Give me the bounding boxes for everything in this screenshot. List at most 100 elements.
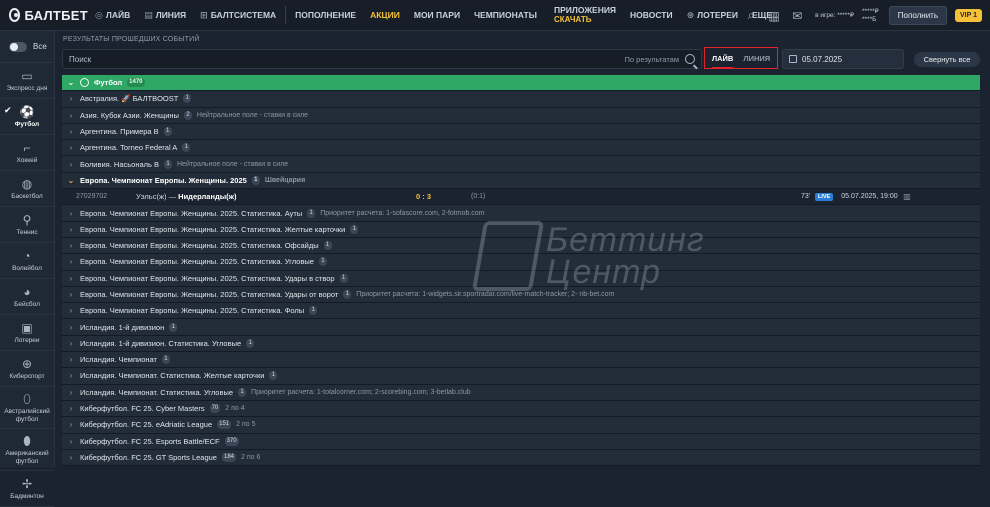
count-badge: 370: [224, 436, 239, 446]
balance-in-game: в игре: *****₽: [815, 12, 854, 20]
nav-promotions[interactable]: АКЦИИ: [363, 0, 407, 31]
nav-championships[interactable]: ЧЕМПИОНАТЫ: [467, 0, 544, 31]
search-icon[interactable]: [685, 54, 695, 64]
list-item[interactable]: › Исландия. 1-й дивизион 1: [62, 319, 980, 336]
list-item[interactable]: › Европа. Чемпионат Европы. Женщины. 2025…: [62, 237, 980, 255]
sidebar-item-express[interactable]: ▭ Экспресс дня: [0, 63, 54, 99]
logo-icon: [9, 8, 21, 22]
league-name: Австралия. 🚀 БАЛТBOOST: [80, 94, 179, 104]
football-icon: [80, 78, 89, 88]
list-item[interactable]: › Исландия. 1-й дивизион. Статистика. Угл…: [62, 335, 980, 353]
league-name: Европа. Чемпионат Европы. Женщины. 2025.…: [80, 290, 339, 299]
mail-icon[interactable]: ✉: [787, 6, 807, 26]
count-badge: 184: [221, 452, 236, 462]
list-item[interactable]: › Киберфутбол. FC 25. Esports Battle/ECF 3…: [62, 433, 980, 450]
mode-line[interactable]: ЛИНИЯ: [743, 54, 770, 63]
list-item[interactable]: › Аргентина. Примера В 1: [62, 123, 980, 141]
chevron-down-icon: ⌄: [67, 78, 75, 88]
list-item[interactable]: › Исландия. Чемпионат. Статистика. Желтые…: [62, 368, 980, 385]
list-item[interactable]: › Киберфутбол. FC 25. Cyber Masters 70 2 по…: [62, 400, 980, 418]
search-icon[interactable]: ⌕: [741, 6, 761, 26]
logo[interactable]: БАЛТБЕТ: [0, 8, 88, 23]
sidebar-item-football[interactable]: ✔ ⚽ Футбол: [0, 99, 54, 135]
list-item[interactable]: › Европа. Чемпионат Европы. Женщины. 2025…: [62, 286, 980, 304]
search-input[interactable]: Поиск По результатам: [62, 49, 702, 69]
chevron-down-icon: ⌄: [67, 175, 75, 185]
football-icon: ⚽: [19, 104, 35, 119]
list-item[interactable]: › Киберфутбол. FC 25. GT Sports League 184…: [62, 449, 980, 467]
league-name: Европа. Чемпионат Европы. Женщины. 2025.…: [80, 306, 305, 316]
list-item[interactable]: › Азия. Кубок Азии. Женщины 2 Нейтральное п…: [62, 107, 980, 124]
all-toggle-row: Все: [0, 31, 54, 63]
count-badge: 1: [161, 355, 170, 365]
nav-my-bets[interactable]: МОИ ПАРИ: [407, 0, 467, 31]
sidebar-item-lottery[interactable]: ▣ Лотереи: [0, 315, 54, 351]
sidebar-item-basketball[interactable]: ◍ Баскетбол: [0, 171, 54, 207]
balance-main[interactable]: *****₽ ****Б: [862, 8, 879, 24]
sidebar-item-tennis[interactable]: ⚲ Теннис: [0, 207, 54, 243]
chevron-right-icon: ›: [69, 159, 73, 169]
header-right: ⌕ ▥ ✉ в игре: *****₽ *****₽ ****Б Пополн…: [738, 0, 990, 31]
nav-live[interactable]: ◎ ЛАЙВ: [88, 0, 137, 31]
match-teams: Уэльс(ж) — Нидерланды(ж): [136, 192, 237, 202]
count-badge: 1: [318, 257, 327, 267]
sidebar-label: Баскетбол: [11, 192, 43, 200]
nav-lotteries[interactable]: ⊛ ЛОТЕРЕИ: [680, 0, 745, 31]
mode-live[interactable]: ЛАЙВ: [711, 54, 733, 69]
stats-icon[interactable]: ▥: [903, 192, 911, 201]
list-item-expanded[interactable]: ⌄ Европа. Чемпионат Европы. Женщины. 2025…: [62, 172, 980, 190]
sidebar-item-aussie-football[interactable]: ⬯ Австралийский футбол: [0, 387, 54, 429]
nav-line-label: ЛИНИЯ: [155, 10, 187, 20]
sidebar-item-american-football[interactable]: ⬮ Американский футбол: [0, 429, 54, 471]
sidebar-item-hockey[interactable]: ⌐ Хоккей: [0, 135, 54, 171]
list-item[interactable]: › Австралия. 🚀 БАЛТBOOST 1: [62, 91, 980, 108]
date-picker[interactable]: 05.07.2025: [782, 49, 904, 69]
half-score: (0:1): [471, 193, 486, 201]
list-item[interactable]: › Европа. Чемпионат Европы. Женщины. 2025…: [62, 254, 980, 271]
deposit-button[interactable]: Пополнить: [888, 6, 947, 25]
collapse-all-button[interactable]: Свернуть все: [914, 52, 980, 67]
sidebar-item-badminton[interactable]: ✢ Бадминтон: [0, 471, 54, 507]
baseball-icon: ◕: [23, 284, 31, 299]
badminton-icon: ✢: [21, 476, 33, 491]
nav-system[interactable]: ⊞ БАЛТСИСТЕМА: [193, 0, 283, 31]
match-row[interactable]: 27029702 Уэльс(ж) — Нидерланды(ж) 0 : 3 …: [62, 189, 980, 206]
list-item[interactable]: › Исландия. Чемпионат. Статистика. Угловы…: [62, 384, 980, 401]
nav-apps[interactable]: ПРИЛОЖЕНИЯ СКАЧАТЬ: [544, 0, 623, 31]
vip-badge[interactable]: VIP 1: [955, 9, 982, 22]
search-scope[interactable]: По результатам: [625, 55, 680, 64]
list-item[interactable]: › Европа. Чемпионат Европы. Женщины. 2025…: [62, 221, 980, 238]
league-name: Азия. Кубок Азии. Женщины: [80, 110, 179, 120]
sidebar-item-esports[interactable]: ⊕ Киберспорт: [0, 351, 54, 387]
sidebar-label: Хоккей: [16, 156, 38, 164]
count-badge: 1: [307, 208, 316, 218]
league-name: Боливия. Насьональ В: [80, 159, 159, 169]
league-note: Приоритет расчета: 1-widgets.sir.sportra…: [356, 291, 615, 298]
chevron-right-icon: ›: [69, 387, 73, 397]
list-item[interactable]: › Киберфутбол. FC 25. eAdriatic League 151…: [62, 417, 980, 434]
sidebar-item-baseball[interactable]: ◕ Бейсбол: [0, 279, 54, 315]
list-item[interactable]: › Аргентина. Torneo Federal A 1: [62, 140, 980, 157]
count-badge: 1: [309, 306, 318, 316]
match-id: 27029702: [76, 193, 108, 201]
list-item[interactable]: › Исландия. Чемпионат 1: [62, 352, 980, 369]
nav-line[interactable]: ▤ ЛИНИЯ: [137, 0, 193, 31]
league-name: Исландия. Чемпионат. Статистика. Желтые …: [80, 371, 265, 381]
list-item[interactable]: › Европа. Чемпионат Европы. Женщины. 2025…: [62, 205, 980, 222]
list-item[interactable]: › Европа. Чемпионат Европы. Женщины. 2025…: [62, 270, 980, 287]
list-item[interactable]: › Боливия. Насьональ В 1 Нейтральное поле -…: [62, 156, 980, 173]
count-badge: 1: [339, 273, 348, 283]
nav-system-label: БАЛТСИСТЕМА: [210, 10, 277, 20]
nav-deposit[interactable]: ПОПОЛНЕНИЕ: [288, 0, 363, 31]
sidebar-label: Американский футбол: [5, 449, 49, 465]
count-badge: 151: [217, 420, 232, 430]
nav-news[interactable]: НОВОСТИ: [623, 0, 680, 31]
sport-header-football[interactable]: ⌄ Футбол 1470: [62, 75, 980, 92]
match-minute: 73': [801, 193, 811, 201]
list-item[interactable]: › Европа. Чемпионат Европы. Женщины. 2025…: [62, 303, 980, 320]
all-toggle[interactable]: [9, 41, 27, 52]
stats-icon[interactable]: ▥: [764, 6, 784, 26]
league-name: Аргентина. Примера В: [80, 127, 159, 137]
sidebar-item-volleyball[interactable]: ◔ Волейбол: [0, 243, 54, 279]
count-badge: 1: [182, 143, 191, 153]
